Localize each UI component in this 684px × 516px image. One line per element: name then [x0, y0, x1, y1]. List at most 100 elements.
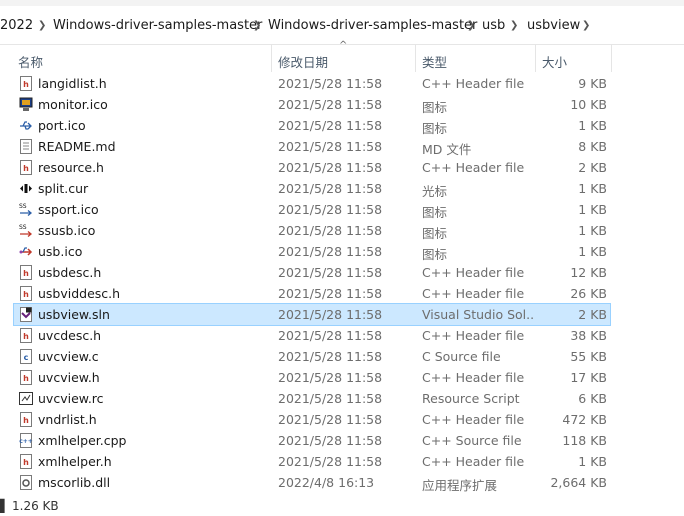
file-size: 1 KB	[578, 454, 607, 469]
file-type: C++ Header file	[422, 286, 525, 301]
file-row[interactable]: c++ xmlhelper.cpp 2021/5/28 11:58 C++ Sourc…	[14, 430, 610, 451]
file-type: C++ Header file	[422, 412, 525, 427]
file-date: 2021/5/28 11:58	[278, 286, 383, 301]
breadcrumb-item[interactable]: usbview	[527, 18, 580, 33]
svg-text:h: h	[23, 164, 29, 173]
file-date: 2021/5/28 11:58	[278, 118, 383, 133]
file-name[interactable]: langidlist.h	[38, 76, 107, 91]
file-name[interactable]: xmlhelper.h	[38, 454, 112, 469]
file-size: 1 KB	[578, 202, 607, 217]
file-row[interactable]: port.ico 2021/5/28 11:58 图标 1 KB	[14, 115, 610, 136]
h-file-icon: h	[19, 370, 33, 385]
file-row[interactable]: h usbviddesc.h 2021/5/28 11:58 C++ Header f…	[14, 283, 610, 304]
column-divider[interactable]	[611, 44, 612, 72]
file-name[interactable]: ssport.ico	[38, 202, 99, 217]
file-row[interactable]: split.cur 2021/5/28 11:58 光标 1 KB	[14, 178, 610, 199]
file-row[interactable]: h resource.h 2021/5/28 11:58 C++ Header fil…	[14, 157, 610, 178]
file-name[interactable]: usbdesc.h	[38, 265, 101, 280]
svg-text:SS: SS	[19, 203, 27, 210]
file-name[interactable]: port.ico	[38, 118, 86, 133]
dll-file-icon	[19, 475, 33, 490]
file-row[interactable]: usbview.sln 2021/5/28 11:58 Visual Studio …	[13, 303, 611, 326]
selection-size: 1.26 KB	[12, 499, 59, 513]
usb-port-icon	[19, 118, 33, 133]
file-name[interactable]: split.cur	[38, 181, 88, 196]
h-file-icon: h	[19, 328, 33, 343]
file-row[interactable]: h uvcdesc.h 2021/5/28 11:58 C++ Header file…	[14, 325, 610, 346]
breadcrumb-item[interactable]: usb	[482, 18, 505, 33]
column-divider[interactable]	[415, 44, 416, 72]
file-name[interactable]: vndrlist.h	[38, 412, 97, 427]
file-name[interactable]: usb.ico	[38, 244, 82, 259]
md-file-icon	[19, 139, 33, 154]
file-name[interactable]: uvcview.rc	[38, 391, 104, 406]
column-divider[interactable]	[271, 44, 272, 72]
file-row[interactable]: monitor.ico 2021/5/28 11:58 图标 10 KB	[14, 94, 610, 115]
file-size: 38 KB	[570, 328, 607, 343]
breadcrumb-item[interactable]: Windows-driver-samples-master	[268, 18, 477, 33]
file-name[interactable]: README.md	[38, 139, 116, 154]
h-file-icon: h	[19, 265, 33, 280]
column-header-date[interactable]: 修改日期	[278, 52, 328, 71]
file-date: 2021/5/28 11:58	[278, 349, 383, 364]
file-list: h langidlist.h 2021/5/28 11:58 C++ Header f…	[13, 73, 611, 493]
chevron-right-icon[interactable]: ❯	[253, 20, 261, 31]
file-size: 1 KB	[578, 181, 607, 196]
file-type: 图标	[422, 121, 448, 136]
file-row[interactable]: h langidlist.h 2021/5/28 11:58 C++ Header f…	[14, 73, 610, 94]
chevron-right-icon[interactable]: ❯	[582, 20, 590, 31]
h-file-icon: h	[19, 286, 33, 301]
c-file-icon: c	[19, 349, 33, 364]
file-row[interactable]: SS ssusb.ico 2021/5/28 11:58 图标 1 KB	[14, 220, 610, 241]
file-date: 2021/5/28 11:58	[278, 307, 383, 322]
file-type: 光标	[422, 184, 448, 199]
file-name[interactable]: xmlhelper.cpp	[38, 433, 126, 448]
chevron-right-icon[interactable]: ❯	[510, 20, 518, 31]
file-name[interactable]: ssusb.ico	[38, 223, 95, 238]
h-file-icon: h	[19, 76, 33, 91]
file-name[interactable]: uvcdesc.h	[38, 328, 101, 343]
column-header-type[interactable]: 类型	[422, 52, 447, 71]
file-name[interactable]: mscorlib.dll	[38, 475, 110, 490]
file-date: 2021/5/28 11:58	[278, 202, 383, 217]
file-row[interactable]: c uvcview.c 2021/5/28 11:58 C Source file 55…	[14, 346, 610, 367]
visual-studio-sln-icon	[19, 307, 33, 322]
file-row[interactable]: h vndrlist.h 2021/5/28 11:58 C++ Header fil…	[14, 409, 610, 430]
breadcrumb-item[interactable]: Windows-driver-samples-master	[53, 18, 262, 33]
file-size: 472 KB	[562, 412, 607, 427]
file-row[interactable]: uvcview.rc 2021/5/28 11:58 Resource Script…	[14, 388, 610, 409]
column-header-name[interactable]: 名称	[18, 52, 43, 71]
file-size: 118 KB	[562, 433, 607, 448]
file-type: C++ Header file	[422, 454, 525, 469]
file-date: 2021/5/28 11:58	[278, 160, 383, 175]
file-row[interactable]: h uvcview.h 2021/5/28 11:58 C++ Header file…	[14, 367, 610, 388]
file-row[interactable]: h usbdesc.h 2021/5/28 11:58 C++ Header file…	[14, 262, 610, 283]
file-row[interactable]: README.md 2021/5/28 11:58 MD 文件 8 KB	[14, 136, 610, 157]
file-row[interactable]: usb.ico 2021/5/28 11:58 图标 1 KB	[14, 241, 610, 262]
file-name[interactable]: resource.h	[38, 160, 104, 175]
breadcrumb-item[interactable]: 2022	[0, 18, 33, 33]
file-row[interactable]: SS ssport.ico 2021/5/28 11:58 图标 1 KB	[14, 199, 610, 220]
column-header-size[interactable]: 大小	[542, 52, 567, 71]
file-row[interactable]: h xmlhelper.h 2021/5/28 11:58 C++ Header fi…	[14, 451, 610, 472]
svg-text:h: h	[23, 458, 29, 467]
status-bar: ▌ 1.26 KB	[0, 496, 684, 516]
ssport-icon: SS	[19, 202, 33, 217]
file-name[interactable]: usbviddesc.h	[38, 286, 120, 301]
file-type: 图标	[422, 100, 448, 115]
file-size: 17 KB	[570, 370, 607, 385]
file-date: 2021/5/28 11:58	[278, 97, 383, 112]
svg-text:h: h	[23, 416, 29, 425]
file-name[interactable]: usbview.sln	[38, 307, 110, 322]
file-size: 2 KB	[578, 307, 607, 322]
column-divider[interactable]	[535, 44, 536, 72]
file-name[interactable]: monitor.ico	[38, 97, 108, 112]
file-type: C++ Header file	[422, 160, 525, 175]
file-row[interactable]: mscorlib.dll 2022/4/8 16:13 应用程序扩展 2,664 KB	[14, 472, 610, 493]
file-name[interactable]: uvcview.c	[38, 349, 99, 364]
chevron-right-icon[interactable]: ❯	[38, 20, 46, 31]
file-date: 2021/5/28 11:58	[278, 76, 383, 91]
chevron-right-icon[interactable]: ❯	[467, 20, 475, 31]
svg-text:h: h	[23, 269, 29, 278]
file-name[interactable]: uvcview.h	[38, 370, 100, 385]
